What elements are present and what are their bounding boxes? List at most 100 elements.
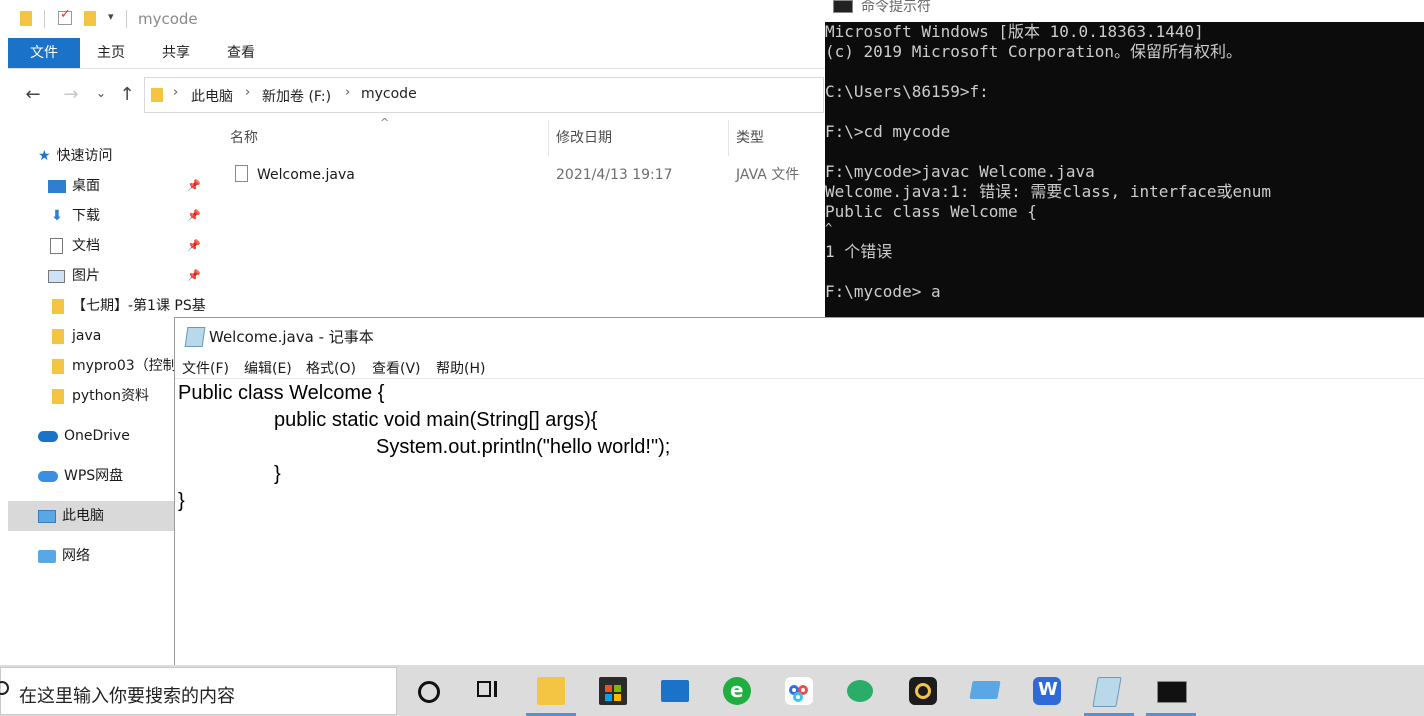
tab-view[interactable]: 查看 — [214, 38, 268, 68]
nav-this-pc[interactable]: 此电脑 — [8, 501, 182, 531]
pin-icon[interactable]: 📌 — [187, 269, 201, 282]
window-title: mycode — [138, 10, 198, 28]
nav-item-documents[interactable]: 文档 — [48, 233, 198, 259]
taskbar-file-explorer[interactable] — [522, 671, 580, 716]
taskbar-baidu-netdisk[interactable] — [770, 671, 828, 713]
code-line: public static void main(String[] args){ — [274, 409, 598, 431]
nav-item-folder-python[interactable]: python资料 — [48, 383, 182, 409]
console-line: ^ — [825, 221, 833, 235]
column-header-name[interactable]: 名称 — [230, 126, 258, 150]
nav-label: WPS网盘 — [64, 468, 124, 484]
computer-icon — [38, 509, 56, 523]
customize-toolbar-icon[interactable]: ▾ — [108, 10, 114, 23]
taskbar-wps[interactable]: W — [1018, 671, 1076, 713]
cmd-icon — [1157, 681, 1187, 703]
forward-arrow-icon[interactable]: → — [60, 84, 82, 105]
menu-view[interactable]: 查看(V) — [372, 358, 421, 378]
properties-check-icon[interactable]: ✓ — [58, 7, 72, 25]
menu-divider — [175, 378, 1424, 379]
nav-item-folder-java[interactable]: java — [48, 323, 182, 349]
taskbar-cortana[interactable] — [399, 671, 457, 713]
column-header-modified[interactable]: 修改日期 — [556, 126, 612, 150]
store-bag-icon — [599, 677, 627, 705]
menu-file[interactable]: 文件(F) — [182, 358, 229, 378]
toolbar-divider — [126, 10, 127, 28]
folder-icon — [52, 358, 64, 374]
nav-label: python资料 — [72, 388, 149, 404]
nav-item-pictures[interactable]: 图片 — [48, 263, 198, 289]
address-bar[interactable]: › 此电脑 › 新加卷 (F:) › mycode — [144, 77, 824, 113]
pin-icon[interactable]: 📌 — [187, 239, 201, 252]
console-line: Microsoft Windows [版本 10.0.18363.1440] — [825, 22, 1204, 41]
notepad-title: Welcome.java - 记事本 — [209, 328, 374, 346]
breadcrumb-drive[interactable]: 新加卷 (F:) — [262, 86, 331, 106]
breadcrumb-separator-icon: › — [173, 85, 179, 100]
download-arrow-icon: ⬇ — [51, 208, 63, 224]
cortana-circle-icon — [418, 681, 440, 703]
taskbar-notepad[interactable] — [1080, 671, 1138, 716]
nav-item-folder-mypro03[interactable]: mypro03（控制 — [48, 353, 182, 379]
star-icon: ★ — [38, 148, 51, 164]
nav-label: OneDrive — [64, 428, 130, 444]
folder-icon — [151, 88, 163, 102]
column-divider[interactable] — [728, 120, 729, 156]
cloud-icon — [38, 430, 58, 442]
taskbar-task-view[interactable] — [457, 671, 515, 713]
nav-wps-cloud[interactable]: WPS网盘 — [38, 463, 182, 489]
tab-share[interactable]: 共享 — [149, 38, 203, 68]
new-folder-icon[interactable] — [84, 11, 96, 26]
tab-home[interactable]: 主页 — [84, 38, 138, 68]
taskbar-browser[interactable]: e — [708, 671, 766, 713]
task-view-icon — [477, 681, 491, 697]
file-name: Welcome.java — [257, 167, 355, 183]
quick-access-toolbar: ✓ ▾ mycode — [8, 0, 825, 38]
taskbar-mail[interactable] — [646, 671, 704, 713]
nav-label: java — [72, 328, 102, 344]
nav-label: 【七期】-第1课 PS基 — [72, 298, 206, 314]
nav-network[interactable]: 网络 — [38, 543, 182, 569]
sort-ascending-icon: ^ — [380, 116, 390, 129]
nav-item-desktop[interactable]: 桌面 — [48, 173, 198, 199]
nav-label: 快速访问 — [56, 148, 113, 164]
breadcrumb-this-pc[interactable]: 此电脑 — [191, 86, 233, 106]
pin-icon[interactable]: 📌 — [187, 179, 201, 192]
column-header-type[interactable]: 类型 — [736, 126, 764, 150]
wps-icon: W — [1033, 677, 1061, 705]
notepad-icon — [184, 327, 206, 347]
taskbar: 在这里输入你要搜索的内容 e W — [0, 665, 1424, 716]
taskbar-search-input[interactable]: 在这里输入你要搜索的内容 — [0, 667, 397, 715]
file-type: JAVA 文件 — [736, 167, 800, 183]
taskbar-cmd[interactable] — [1142, 671, 1200, 716]
cmd-title: 命令提示符 — [861, 0, 931, 15]
column-divider[interactable] — [548, 120, 549, 156]
code-line: System.out.println("hello world!"); — [376, 436, 671, 458]
folder-icon — [537, 677, 565, 705]
folder-icon — [52, 388, 64, 404]
up-arrow-icon[interactable]: ↑ — [116, 84, 138, 105]
cloud-icon — [38, 470, 58, 482]
back-arrow-icon[interactable]: ← — [22, 84, 44, 105]
wechat-icon — [847, 680, 873, 702]
recent-locations-chevron-icon[interactable]: ⌄ — [90, 86, 112, 100]
address-row: ← → ⌄ ↑ › 此电脑 › 新加卷 (F:) › mycode — [8, 70, 825, 120]
taskbar-app-g[interactable] — [894, 671, 952, 713]
nav-item-downloads[interactable]: ⬇ 下载 — [48, 203, 198, 229]
file-icon — [235, 165, 248, 182]
tab-file[interactable]: 文件 — [8, 38, 80, 68]
nav-quick-access[interactable]: ★ 快速访问 — [38, 143, 208, 169]
taskbar-this-pc[interactable] — [956, 671, 1014, 713]
app-g-icon — [909, 677, 937, 705]
nav-onedrive[interactable]: OneDrive — [38, 423, 182, 449]
taskbar-store[interactable] — [584, 671, 642, 713]
nav-item-folder-ps[interactable]: 【七期】-第1课 PS基 — [48, 293, 206, 319]
code-line: } — [178, 490, 185, 512]
cmd-titlebar[interactable]: 命令提示符 — [825, 0, 1424, 22]
taskbar-wechat[interactable] — [832, 671, 890, 713]
breadcrumb-mycode[interactable]: mycode — [361, 86, 417, 102]
pin-icon[interactable]: 📌 — [187, 209, 201, 222]
cmd-console[interactable]: Microsoft Windows [版本 10.0.18363.1440] (… — [825, 22, 1424, 317]
browser-e-icon: e — [723, 677, 751, 705]
menu-format[interactable]: 格式(O) — [306, 358, 356, 378]
menu-help[interactable]: 帮助(H) — [436, 358, 485, 378]
menu-edit[interactable]: 编辑(E) — [244, 358, 292, 378]
